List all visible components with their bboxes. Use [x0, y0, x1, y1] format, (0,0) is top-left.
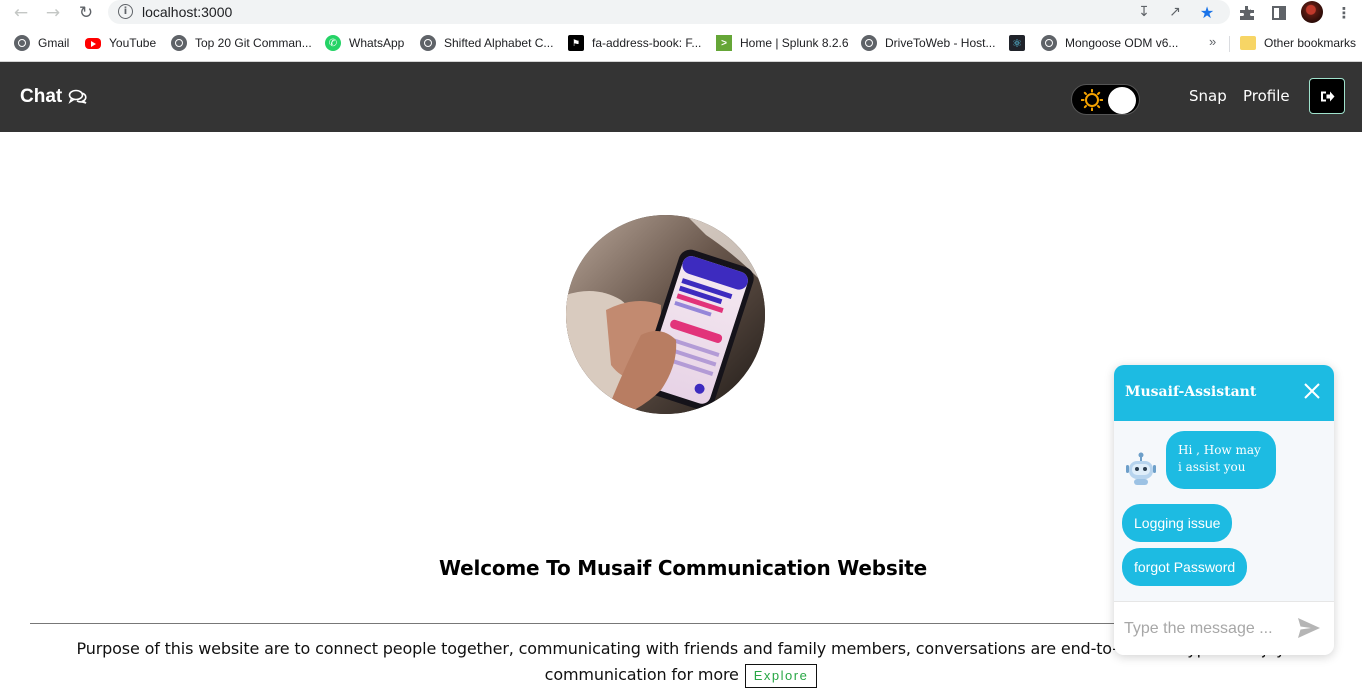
- chatbot-title: Musaif-Assistant: [1125, 384, 1257, 400]
- folder-icon: [1240, 36, 1256, 50]
- other-bookmarks[interactable]: Other bookmarks: [1240, 34, 1356, 52]
- globe-icon: [420, 35, 436, 51]
- globe-icon: [14, 35, 30, 51]
- youtube-icon: [85, 37, 101, 49]
- bookmarks-overflow-chevron[interactable]: »: [1209, 34, 1216, 49]
- purpose-line-2: communication for more Explore: [0, 662, 1362, 688]
- option-logging-issue[interactable]: Logging issue: [1122, 504, 1233, 542]
- bot-greeting-bubble: Hi , How may i assist you: [1166, 431, 1276, 489]
- share-icon[interactable]: ↗: [1166, 3, 1184, 21]
- option-forgot-password[interactable]: forgot Password: [1122, 548, 1248, 586]
- nav-link-profile[interactable]: Profile: [1243, 87, 1290, 105]
- explore-button[interactable]: Explore: [744, 664, 818, 688]
- purpose-line-2-text: communication for more: [544, 665, 739, 684]
- font-awesome-icon: ⚑: [568, 35, 584, 51]
- bookmark-whatsapp[interactable]: ✆ WhatsApp: [325, 34, 404, 52]
- bookmark-label: Mongoose ODM v6...: [1065, 36, 1179, 50]
- bookmark-label: DriveToWeb - Host...: [885, 36, 996, 50]
- bookmark-shifted-alphabet[interactable]: Shifted Alphabet C...: [420, 34, 553, 52]
- bookmarks-bar: Gmail YouTube Top 20 Git Comman... ✆ What…: [0, 30, 1362, 56]
- chatbot-widget: Musaif-Assistant Hi , How may i assist y…: [1114, 365, 1334, 655]
- bookmark-drivetoweb[interactable]: DriveToWeb - Host...: [861, 34, 995, 52]
- bookmark-youtube[interactable]: YouTube: [85, 34, 156, 52]
- brand-text: Chat: [20, 86, 63, 107]
- splunk-icon: >: [716, 35, 732, 51]
- theme-toggle[interactable]: [1071, 84, 1140, 115]
- toggle-knob: [1108, 87, 1136, 114]
- globe-icon: [171, 35, 187, 51]
- sign-out-icon: [1320, 91, 1334, 101]
- whatsapp-icon: ✆: [325, 35, 341, 51]
- sun-icon: [1081, 89, 1103, 111]
- bookmark-react[interactable]: ⚛: [1009, 34, 1033, 52]
- app-navbar: Chat Snap Profile: [0, 62, 1362, 132]
- extensions-icon[interactable]: [1237, 3, 1257, 23]
- robot-icon: [1126, 452, 1156, 485]
- url-text[interactable]: localhost:3000: [142, 4, 232, 20]
- hero-image: [566, 215, 765, 414]
- bookmarks-divider: [1229, 36, 1230, 52]
- bookmark-label: YouTube: [109, 36, 157, 50]
- reload-icon[interactable]: ↻: [76, 3, 96, 23]
- forward-icon[interactable]: →: [43, 3, 63, 23]
- bookmark-star-icon[interactable]: ★: [1198, 3, 1216, 22]
- chatbot-header: Musaif-Assistant: [1114, 365, 1334, 421]
- brand-link[interactable]: Chat: [20, 86, 88, 108]
- bookmark-label: WhatsApp: [349, 36, 405, 50]
- bookmark-label: fa-address-book: F...: [592, 36, 702, 50]
- address-bar[interactable]: i localhost:3000 ↧ ↗ ★: [108, 0, 1230, 24]
- bookmark-label: Top 20 Git Comman...: [195, 36, 312, 50]
- bookmark-git-commands[interactable]: Top 20 Git Comman...: [171, 34, 312, 52]
- react-icon: ⚛: [1009, 35, 1025, 51]
- bookmark-label: Home | Splunk 8.2.6: [740, 36, 849, 50]
- close-icon[interactable]: [1302, 381, 1322, 401]
- chatbot-message-input[interactable]: [1124, 618, 1284, 640]
- logout-button[interactable]: [1309, 78, 1345, 114]
- other-bookmarks-label: Other bookmarks: [1264, 36, 1357, 50]
- send-icon[interactable]: [1297, 617, 1321, 639]
- bookmark-gmail[interactable]: Gmail: [14, 34, 69, 52]
- browser-toolbar: ← → ↻ i localhost:3000 ↧ ↗ ★ ⋮: [0, 0, 1362, 26]
- bookmark-label: Shifted Alphabet C...: [444, 36, 554, 50]
- site-info-icon[interactable]: i: [118, 4, 133, 19]
- side-panel-icon[interactable]: [1269, 3, 1289, 23]
- nav-link-snap[interactable]: Snap: [1189, 87, 1227, 105]
- bookmark-mongoose[interactable]: Mongoose ODM v6...: [1041, 34, 1178, 52]
- menu-kebab-icon[interactable]: ⋮: [1334, 3, 1354, 23]
- install-app-icon[interactable]: ↧: [1135, 3, 1153, 21]
- bookmark-splunk[interactable]: > Home | Splunk 8.2.6: [716, 34, 849, 52]
- globe-icon: [1041, 35, 1057, 51]
- comments-icon: [68, 89, 87, 104]
- bookmark-fa-address-book[interactable]: ⚑ fa-address-book: F...: [568, 34, 701, 52]
- back-icon[interactable]: ←: [11, 3, 31, 23]
- profile-avatar[interactable]: [1301, 1, 1323, 23]
- phone-in-hand-image: [566, 215, 765, 414]
- bookmark-label: Gmail: [38, 36, 70, 50]
- globe-icon: [861, 35, 877, 51]
- chatbot-footer: [1114, 601, 1334, 655]
